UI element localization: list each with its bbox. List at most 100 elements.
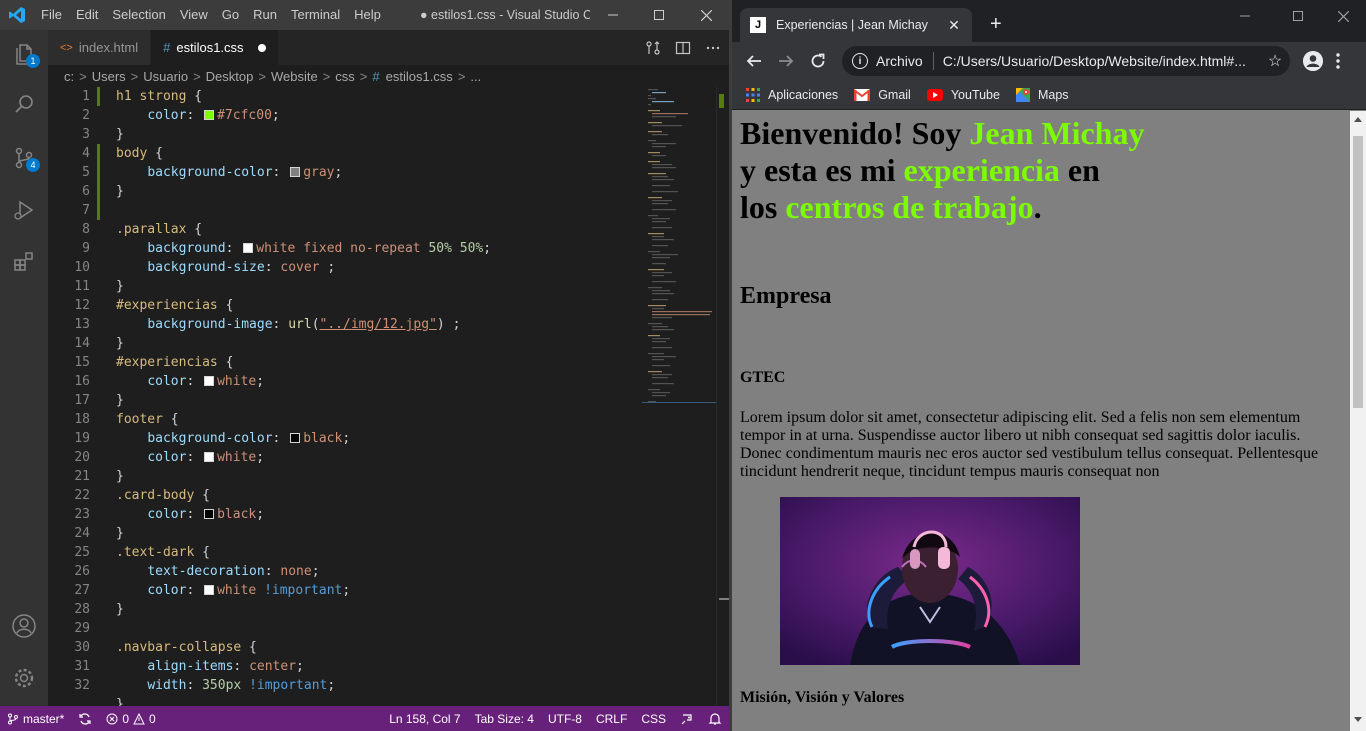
code-line: 20 color: white; xyxy=(48,448,642,467)
breadcrumb-item[interactable]: Users xyxy=(92,69,126,84)
branch-status[interactable]: master* xyxy=(0,712,71,726)
reload-button[interactable] xyxy=(806,51,830,71)
forward-button[interactable] xyxy=(774,51,798,71)
color-swatch[interactable] xyxy=(290,433,301,443)
breadcrumb-item[interactable]: ... xyxy=(470,69,481,84)
css-string-link[interactable]: "../img/12.jpg" xyxy=(320,317,437,332)
back-button[interactable] xyxy=(742,51,766,71)
chrome-menu-icon[interactable] xyxy=(1336,53,1340,69)
open-changes-icon[interactable] xyxy=(645,40,661,56)
settings-button[interactable] xyxy=(0,654,48,702)
line-number: 27 xyxy=(74,583,90,598)
language-mode[interactable]: CSS xyxy=(634,712,673,726)
new-tab-button[interactable]: + xyxy=(990,14,1002,34)
encoding[interactable]: UTF-8 xyxy=(541,712,589,726)
color-swatch[interactable] xyxy=(204,585,215,595)
more-actions-icon[interactable] xyxy=(705,40,721,56)
account-icon xyxy=(12,614,36,638)
scroll-down-icon[interactable] xyxy=(1354,717,1362,722)
site-chip[interactable]: Archivo xyxy=(876,53,923,69)
web-page: Bienvenido! Soy Jean Michay y esta es mi… xyxy=(732,111,1350,731)
tab-estilos1-css[interactable]: # estilos1.css xyxy=(151,30,279,65)
color-swatch[interactable] xyxy=(204,110,215,120)
code-line: 3} xyxy=(48,125,642,144)
browser-tab[interactable]: J Experiencias | Jean Michay ✕ xyxy=(740,8,972,42)
menu-help[interactable]: Help xyxy=(347,0,388,30)
extensions-button[interactable] xyxy=(0,238,48,286)
notifications-button[interactable] xyxy=(701,712,729,726)
tab-size[interactable]: Tab Size: 4 xyxy=(468,712,541,726)
css-value: cover xyxy=(280,260,320,275)
menu-terminal[interactable]: Terminal xyxy=(284,0,347,30)
code-editor[interactable]: 1 h1 strong { 2 color: #7cfc00; 3} 4 body … xyxy=(48,87,642,706)
breadcrumb-item[interactable]: c: xyxy=(64,69,74,84)
profile-avatar[interactable] xyxy=(1303,51,1323,71)
tab-label: index.html xyxy=(78,40,139,55)
minimap[interactable] xyxy=(642,87,716,706)
bookmark-label: YouTube xyxy=(950,87,1000,102)
breadcrumb-item[interactable]: estilos1.css xyxy=(386,69,453,84)
sync-button[interactable] xyxy=(71,712,99,726)
warning-icon xyxy=(133,712,145,724)
page-scrollbar[interactable] xyxy=(1350,111,1366,731)
menu-edit[interactable]: Edit xyxy=(69,0,105,30)
run-debug-button[interactable] xyxy=(0,186,48,234)
bell-icon xyxy=(708,712,722,725)
bookmark-gmail[interactable]: Gmail xyxy=(854,88,911,102)
cursor-position[interactable]: Ln 158, Col 7 xyxy=(382,712,467,726)
menu-file[interactable]: File xyxy=(34,0,69,30)
browser-toolbar: i Archivo C:/Users/Usuario/Desktop/Websi… xyxy=(732,42,1366,80)
code-line: 6} xyxy=(48,182,642,201)
url-text[interactable]: C:/Users/Usuario/Desktop/Website/index.h… xyxy=(943,53,1260,69)
end-of-line[interactable]: CRLF xyxy=(589,712,634,726)
git-gutter-added xyxy=(97,163,100,182)
tab-index-html[interactable]: <> index.html xyxy=(48,30,152,65)
feedback-button[interactable] xyxy=(673,712,701,726)
bookmarks-bar: Aplicaciones Gmail YouTube Maps xyxy=(732,80,1366,110)
maximize-button[interactable] xyxy=(636,0,682,30)
problems-status[interactable]: 0 0 xyxy=(99,712,162,726)
menu-go[interactable]: Go xyxy=(215,0,246,30)
breadcrumb-item[interactable]: Desktop xyxy=(206,69,254,84)
scroll-thumb[interactable] xyxy=(1353,136,1363,408)
menu-view[interactable]: View xyxy=(173,0,215,30)
line-number: 13 xyxy=(74,317,90,332)
scroll-up-icon[interactable] xyxy=(1354,117,1362,122)
css-value: none xyxy=(280,564,312,579)
editor-scrollbar[interactable] xyxy=(716,87,730,706)
close-tab-icon[interactable]: ✕ xyxy=(946,17,962,34)
breadcrumb-item[interactable]: Usuario xyxy=(143,69,188,84)
minimize-button[interactable] xyxy=(590,0,636,30)
accounts-button[interactable] xyxy=(0,602,48,650)
breadcrumb-item[interactable]: Website xyxy=(271,69,318,84)
color-swatch[interactable] xyxy=(290,167,301,177)
menu-run[interactable]: Run xyxy=(246,0,284,30)
color-swatch[interactable] xyxy=(243,243,254,253)
close-button[interactable] xyxy=(1320,6,1366,26)
unsaved-dot-icon[interactable] xyxy=(257,43,266,52)
breadcrumb-item[interactable]: css xyxy=(335,69,355,84)
info-icon[interactable]: i xyxy=(852,53,868,69)
bookmark-label: Aplicaciones xyxy=(768,87,839,102)
source-control-button[interactable]: 4 xyxy=(0,134,48,182)
explorer-button[interactable]: 1 xyxy=(0,30,48,78)
bookmark-maps[interactable]: Maps xyxy=(1015,87,1069,102)
scm-badge: 4 xyxy=(26,158,40,172)
color-swatch[interactable] xyxy=(204,376,215,386)
minimize-button[interactable] xyxy=(1222,6,1268,26)
color-swatch[interactable] xyxy=(204,452,215,462)
split-editor-icon[interactable] xyxy=(675,40,691,56)
close-button[interactable] xyxy=(683,0,729,30)
menu-selection[interactable]: Selection xyxy=(105,0,172,30)
bookmark-apps[interactable]: Aplicaciones xyxy=(746,87,839,102)
css-value: black xyxy=(217,507,257,522)
bookmark-star-icon[interactable]: ☆ xyxy=(1260,51,1290,71)
maximize-button[interactable] xyxy=(1275,6,1321,26)
address-bar[interactable]: i Archivo C:/Users/Usuario/Desktop/Websi… xyxy=(842,46,1290,76)
arrow-left-icon xyxy=(746,55,761,67)
search-button[interactable] xyxy=(0,80,48,128)
bookmark-youtube[interactable]: YouTube xyxy=(926,87,1000,102)
color-swatch[interactable] xyxy=(204,509,215,519)
css-number: 350px xyxy=(202,678,242,693)
code-line: 7 xyxy=(48,201,642,220)
